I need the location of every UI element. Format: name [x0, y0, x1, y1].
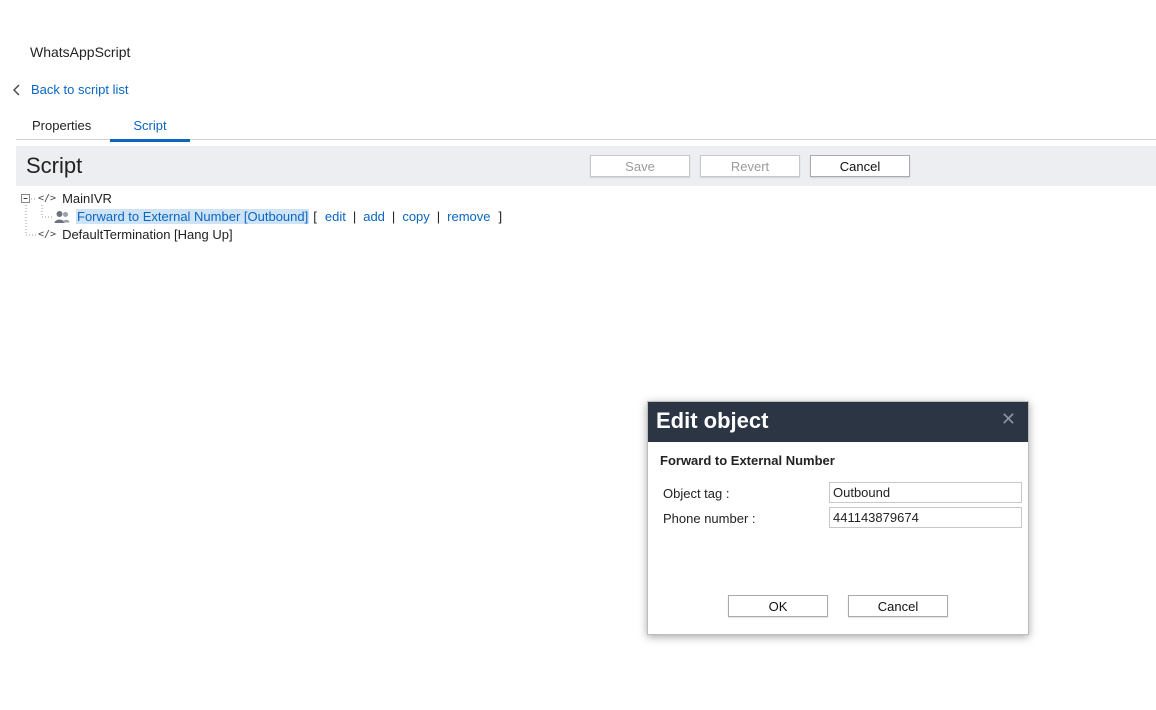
copy-link[interactable]: copy: [402, 209, 429, 224]
edit-link[interactable]: edit: [325, 209, 346, 224]
edit-object-dialog: Edit object ✕ Forward to External Number…: [647, 401, 1029, 635]
tab-script[interactable]: Script: [110, 118, 190, 142]
code-icon: </>: [38, 229, 57, 240]
collapse-toggle-icon[interactable]: [21, 194, 31, 204]
users-icon: [54, 210, 70, 223]
phone-number-input[interactable]: [829, 507, 1022, 528]
code-icon: </>: [38, 193, 57, 204]
tab-bar: Properties Script: [16, 118, 1156, 142]
close-icon[interactable]: ✕: [1001, 409, 1016, 430]
bracket-close: ]: [498, 209, 503, 224]
ok-button[interactable]: OK: [728, 595, 828, 617]
dialog-cancel-button[interactable]: Cancel: [848, 595, 948, 617]
separator: |: [436, 209, 441, 224]
separator: |: [352, 209, 357, 224]
tree-node-mainivr[interactable]: </> MainIVR: [38, 191, 112, 206]
dialog-header: Edit object ✕: [648, 402, 1028, 442]
dialog-title: Edit object: [656, 408, 769, 433]
bracket-open: [: [313, 209, 317, 224]
tree-node-label-selected[interactable]: Forward to External Number [Outbound]: [76, 209, 310, 224]
cancel-button[interactable]: Cancel: [810, 155, 910, 177]
object-tag-input[interactable]: [829, 482, 1022, 503]
remove-link[interactable]: remove: [447, 209, 490, 224]
save-button[interactable]: Save: [590, 155, 690, 177]
tree-node-label: MainIVR: [62, 191, 112, 206]
revert-button[interactable]: Revert: [700, 155, 800, 177]
script-toolbar: Script Save Revert Cancel: [16, 146, 1156, 186]
dialog-subtitle: Forward to External Number: [660, 453, 835, 468]
tree-node-forward: Forward to External Number [Outbound] [ …: [54, 209, 502, 224]
phone-number-label: Phone number :: [663, 511, 756, 526]
add-link[interactable]: add: [363, 209, 385, 224]
separator: |: [391, 209, 396, 224]
object-tag-label: Object tag :: [663, 486, 730, 501]
tree-node-defaulttermination[interactable]: </> DefaultTermination [Hang Up]: [38, 227, 233, 242]
tree-node-label: DefaultTermination [Hang Up]: [62, 227, 233, 242]
